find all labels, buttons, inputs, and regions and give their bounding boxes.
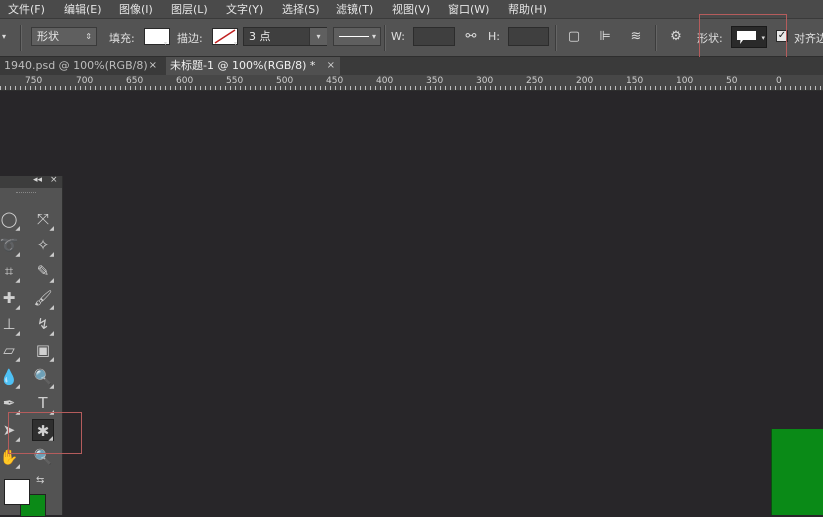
separator [20, 25, 22, 51]
green-shape [771, 429, 823, 515]
stroke-type-select[interactable]: ▾ [333, 27, 381, 46]
menu-select[interactable]: 选择(S) [282, 1, 320, 17]
tab-label: 未标题-1 @ 100%(RGB/8) * [170, 59, 316, 72]
marquee-tool-icon[interactable]: ◯ ◢ [0, 208, 20, 232]
separator [384, 25, 386, 51]
ruler-label: 400 [376, 76, 394, 86]
document-tabs: 1940.psd @ 100%(RGB/8) × 未标题-1 @ 100%(RG… [0, 57, 823, 75]
collapse-icon[interactable]: ◂◂ [33, 175, 42, 185]
menu-view[interactable]: 视图(V) [392, 1, 430, 17]
updown-arrows-icon: ⇕ [85, 32, 92, 41]
brush-tool-icon[interactable]: 🖌 ◢ [32, 287, 54, 311]
ruler-label: 0 [776, 76, 782, 86]
ruler-label: 600 [176, 76, 194, 86]
tab-1940-psd[interactable]: 1940.psd @ 100%(RGB/8) × [0, 57, 162, 75]
menu-help[interactable]: 帮助(H) [508, 1, 547, 17]
foreground-color-swatch[interactable] [4, 479, 30, 505]
ruler-label: 300 [476, 76, 494, 86]
stroke-line-preview [339, 36, 369, 37]
align-edges-label: 对齐边 [794, 32, 823, 45]
blur-tool-icon[interactable]: 💧 ◢ [0, 366, 20, 390]
menu-type[interactable]: 文字(Y) [226, 1, 263, 17]
separator [555, 25, 557, 51]
gear-icon[interactable]: ⚙ [668, 29, 684, 45]
ruler-label: 150 [626, 76, 644, 86]
type-tool-icon[interactable]: T ◢ [32, 392, 54, 416]
tab-label: 1940.psd @ 100%(RGB/8) [4, 59, 148, 72]
tools-panel: ◂◂ × ◯ ◢ ⤧ ◢ ➰ ◢ ✧ ◢ ⌗ ◢ ✎ ◢ ✚ ◢ 🖌 ◢ ⊥ ◢ ↯ ◢ ▱ ◢ ▣ ◢… [0, 175, 63, 515]
pen-tool-icon[interactable]: ✒ ◢ [0, 392, 20, 416]
mode-select[interactable]: 形状 ⇕ [31, 27, 97, 46]
menu-file[interactable]: 文件(F) [8, 1, 45, 17]
panel-grip[interactable] [16, 192, 36, 195]
move-tool-icon[interactable]: ⤧ ◢ [32, 208, 54, 232]
link-icon[interactable]: ⚯ [463, 29, 479, 45]
eraser-tool-icon[interactable]: ▱ ◢ [0, 339, 20, 363]
ruler-label: 200 [576, 76, 594, 86]
swap-colors-icon[interactable]: ⇆ [36, 475, 44, 486]
ruler-label: 550 [226, 76, 244, 86]
width-input[interactable] [413, 27, 455, 46]
stroke-dropdown-icon: ▾ [234, 40, 238, 47]
ruler-label: 750 [25, 76, 43, 86]
mode-select-value: 形状 [37, 30, 59, 43]
close-icon[interactable]: × [50, 175, 58, 185]
lasso-tool-icon[interactable]: ➰ ◢ [0, 234, 20, 258]
stroke-width-value: 3 点 [249, 30, 271, 43]
path-arrangement-icon[interactable]: ≋ [628, 29, 644, 45]
menu-window[interactable]: 窗口(W) [448, 1, 489, 17]
width-label: W: [391, 30, 405, 43]
ruler-label: 500 [276, 76, 294, 86]
ruler-label: 650 [126, 76, 144, 86]
history-brush-tool-icon[interactable]: ↯ ◢ [32, 313, 54, 337]
stroke-label: 描边: [177, 32, 203, 45]
dodge-tool-icon[interactable]: 🔍 ◢ [32, 366, 54, 390]
menu-edit[interactable]: 编辑(E) [64, 1, 102, 17]
ruler-label: 700 [76, 76, 94, 86]
menu-layer[interactable]: 图层(L) [171, 1, 208, 17]
height-input[interactable] [508, 27, 549, 46]
crop-tool-icon[interactable]: ⌗ ◢ [0, 260, 20, 284]
separator [655, 25, 657, 51]
ruler-label: 450 [326, 76, 344, 86]
fill-label: 填充: [109, 32, 135, 45]
magic-wand-tool-icon[interactable]: ✧ ◢ [32, 234, 54, 258]
path-operations-icon[interactable]: ▢ [566, 29, 582, 45]
fill-dropdown-icon: ▾ [164, 40, 168, 47]
healing-brush-tool-icon[interactable]: ✚ ◢ [0, 287, 20, 311]
menu-image[interactable]: 图像(I) [119, 1, 153, 17]
clone-stamp-tool-icon[interactable]: ⊥ ◢ [0, 313, 20, 337]
tool-preset-dropdown-icon[interactable]: ▾ [0, 29, 12, 45]
ruler-label: 100 [676, 76, 694, 86]
ruler-ticks [0, 86, 821, 90]
gradient-tool-icon[interactable]: ▣ ◢ [32, 339, 54, 363]
tools-panel-header[interactable]: ◂◂ × [0, 175, 62, 188]
tab-untitled-1[interactable]: 未标题-1 @ 100%(RGB/8) * × [166, 57, 340, 75]
menu-filter[interactable]: 滤镜(T) [336, 1, 373, 17]
path-alignment-icon[interactable]: ⊫ [597, 29, 613, 45]
horizontal-ruler: 750 700 650 600 550 500 450 400 350 300 … [0, 75, 823, 91]
close-icon[interactable]: × [327, 57, 335, 75]
chevron-down-icon: ▾ [371, 32, 376, 41]
ruler-label: 350 [426, 76, 444, 86]
custom-shape-tool-highlight [8, 412, 82, 454]
canvas-workspace[interactable] [0, 91, 823, 515]
stroke-width-dropdown-icon[interactable]: ▾ [309, 28, 327, 45]
ruler-label: 250 [526, 76, 544, 86]
ruler-label: 50 [726, 76, 738, 86]
close-icon[interactable]: × [149, 57, 157, 75]
eyedropper-tool-icon[interactable]: ✎ ◢ [32, 260, 54, 284]
height-label: H: [488, 30, 500, 43]
